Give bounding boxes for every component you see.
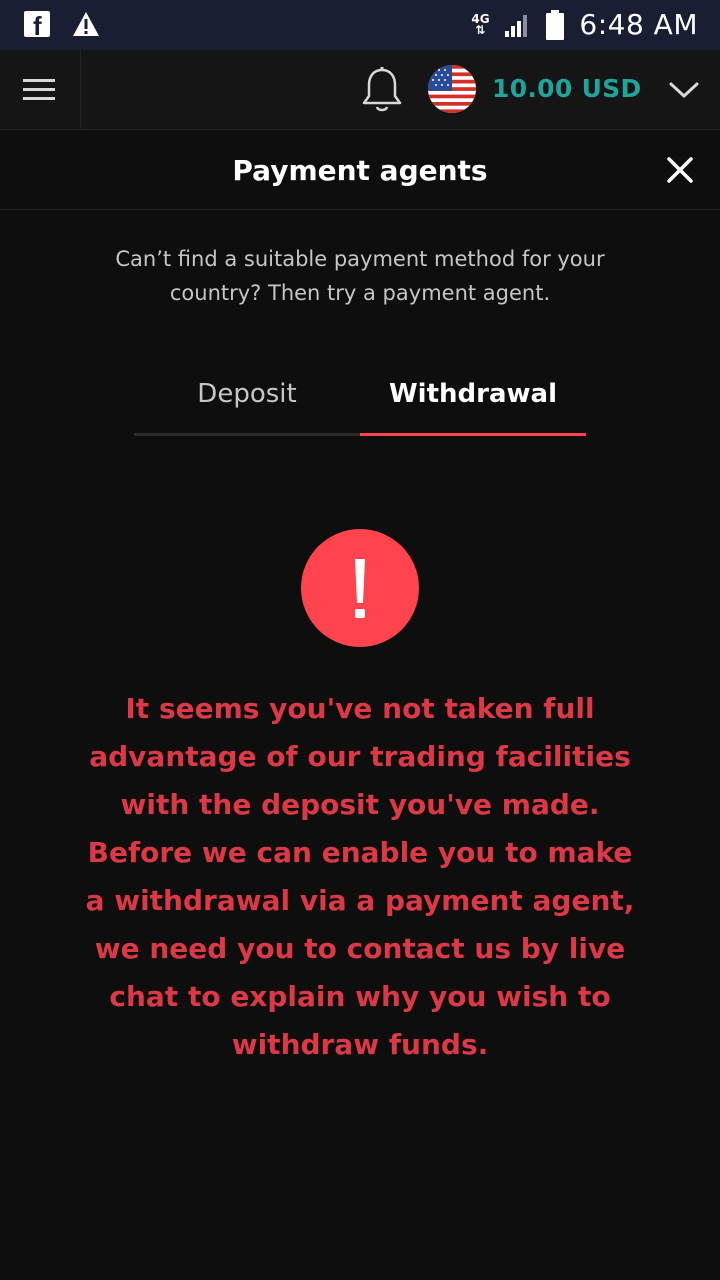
chevron-down-icon[interactable] (668, 76, 700, 104)
alert-icon (301, 529, 419, 647)
status-bar-left: f (24, 11, 100, 37)
app-bar: 10.00 USD (0, 50, 720, 130)
battery-icon (546, 9, 565, 40)
menu-icon (23, 78, 55, 100)
signal-icon (505, 14, 528, 37)
warning-icon (73, 12, 99, 36)
tab-deposit[interactable]: Deposit (134, 362, 360, 436)
modal-header: Payment agents (0, 130, 720, 210)
modal-title: Payment agents (232, 154, 488, 187)
withdrawal-blocked-message: It seems you've not taken full advantage… (85, 692, 635, 1061)
menu-button[interactable] (0, 50, 81, 129)
exclamation-icon (355, 559, 365, 618)
facebook-icon: f (24, 11, 50, 37)
status-bar-right: 4G ⇅ 6:48 AM (471, 8, 698, 41)
intro-text: Can’t find a suitable payment method for… (115, 247, 605, 305)
status-time: 6:48 AM (579, 8, 698, 41)
network-type: 4G ⇅ (471, 11, 490, 37)
us-flag-icon[interactable] (428, 65, 476, 113)
tab-withdrawal[interactable]: Withdrawal (360, 362, 586, 436)
bell-icon[interactable] (360, 66, 404, 114)
tab-bar: Deposit Withdrawal (134, 362, 586, 436)
close-icon[interactable] (664, 154, 696, 186)
account-balance[interactable]: 10.00 USD (492, 74, 642, 103)
status-bar: f 4G ⇅ 6:48 AM (0, 0, 720, 50)
